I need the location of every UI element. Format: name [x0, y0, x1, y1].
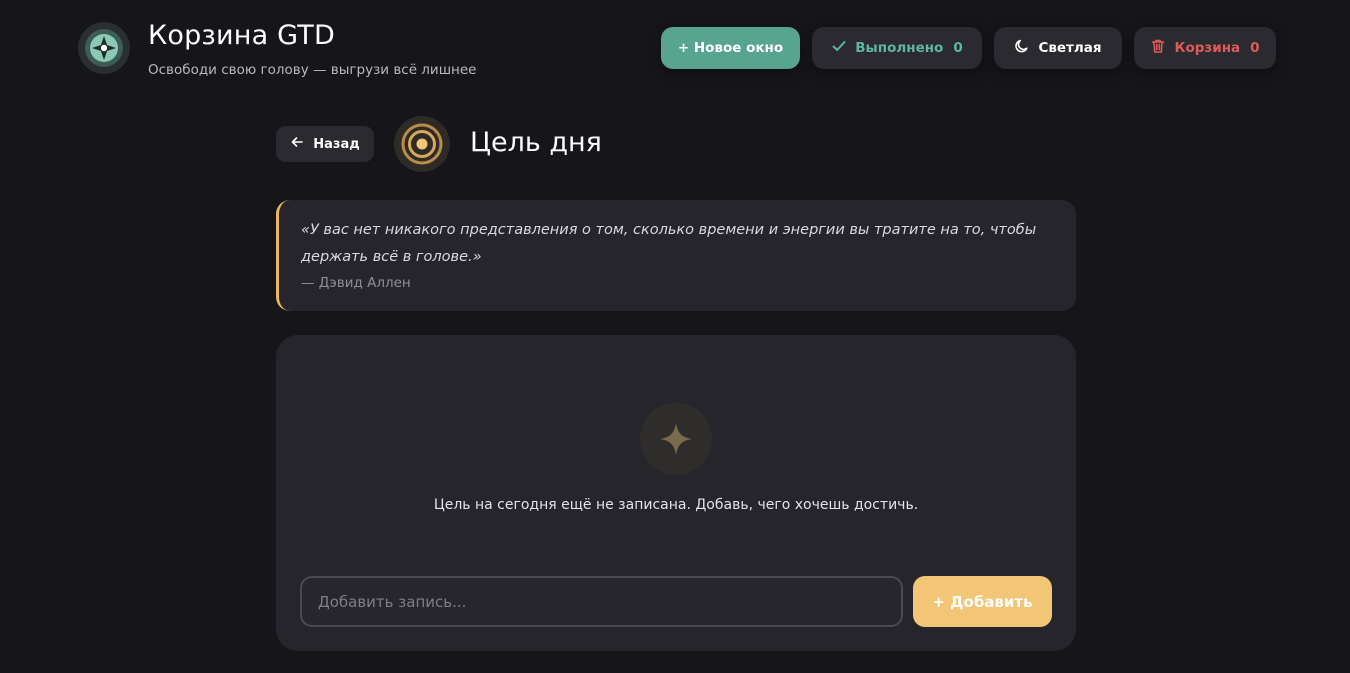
done-count: 0 [953, 40, 963, 56]
trash-label: Корзина [1174, 40, 1241, 56]
goal-card: Цель на сегодня ещё не записана. Добавь,… [276, 335, 1076, 651]
app-title: Корзина GTD [148, 20, 335, 51]
entry-input[interactable] [300, 576, 903, 627]
theme-label: Светлая [1038, 40, 1102, 56]
arrow-left-icon [290, 135, 304, 153]
trash-button[interactable]: Корзина 0 [1134, 27, 1276, 69]
target-icon [394, 116, 450, 172]
app-subtitle: Освободи свою голову — выгрузи всё лишне… [148, 62, 477, 78]
empty-state-text: Цель на сегодня ещё не записана. Добавь,… [433, 497, 919, 513]
compass-icon [78, 22, 130, 74]
section-title: Цель дня [470, 127, 602, 158]
new-window-button[interactable]: + Новое окно [661, 27, 800, 69]
trash-count: 0 [1250, 40, 1260, 56]
sparkle-icon [640, 403, 712, 475]
theme-toggle-button[interactable]: Светлая [994, 27, 1122, 69]
moon-icon [1014, 38, 1030, 58]
trash-icon [1150, 38, 1166, 58]
check-icon [831, 38, 847, 58]
quote-text: «У вас нет никакого представления о том,… [301, 222, 1037, 265]
done-label: Выполнено [855, 40, 944, 56]
add-label: + Добавить [932, 592, 1033, 611]
done-button[interactable]: Выполнено 0 [812, 27, 982, 69]
new-window-label: + Новое окно [677, 40, 784, 56]
quote-card: «У вас нет никакого представления о том,… [276, 200, 1076, 311]
back-label: Назад [313, 136, 360, 152]
app-root: Корзина GTD Освободи свою голову — выгру… [0, 0, 1350, 673]
quote-author: — Дэвид Аллен [301, 275, 411, 291]
back-button[interactable]: Назад [276, 126, 374, 162]
add-button[interactable]: + Добавить [913, 576, 1052, 627]
